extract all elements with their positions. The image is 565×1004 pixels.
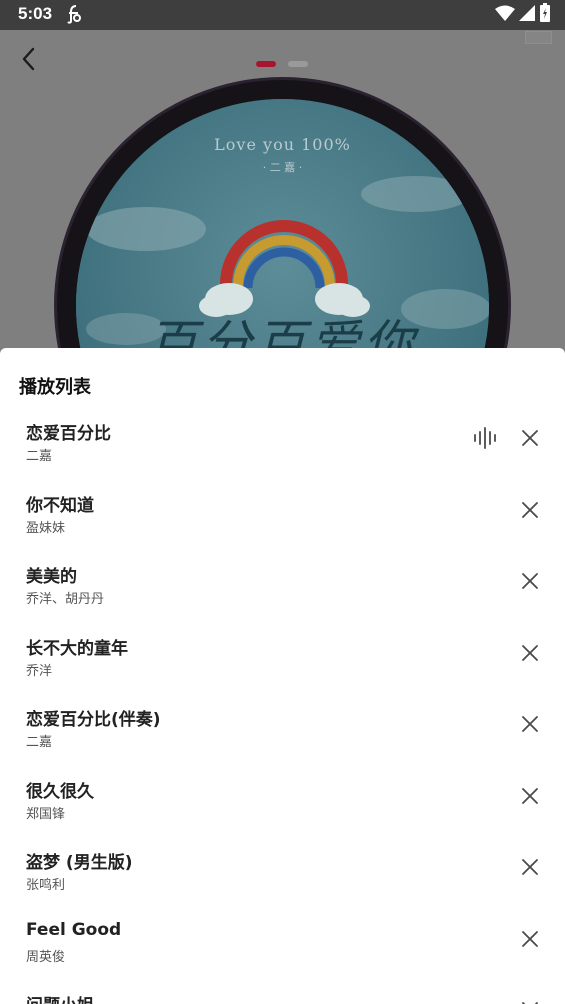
now-playing-indicator bbox=[472, 426, 498, 450]
playing-waveform-icon bbox=[474, 427, 496, 449]
chevron-left-icon bbox=[22, 47, 35, 71]
song-title: 你不知道 bbox=[26, 495, 94, 516]
song-artist: 周英俊 bbox=[26, 949, 66, 965]
song-row[interactable]: 恋爱百分比 二嘉 bbox=[0, 396, 565, 468]
status-bar: 5:03 bbox=[0, 0, 565, 30]
song-artist: 二嘉 bbox=[26, 735, 53, 750]
remove-song-button[interactable] bbox=[516, 424, 544, 452]
close-icon bbox=[522, 501, 538, 518]
song-title: 美美的 bbox=[26, 567, 77, 587]
corner-badge bbox=[525, 31, 552, 44]
pager-dot[interactable] bbox=[288, 61, 308, 67]
playlist-sheet: 播放列表 恋爱百分比 二嘉 你不知道 盈妹妹 美美的 乔洋、胡丹丹 长不大的童年 乔洋 恋爱百分… bbox=[0, 348, 565, 1004]
song-row[interactable]: 长不大的童年 乔洋 bbox=[0, 611, 565, 683]
song-artist: 郑国锋 bbox=[26, 806, 66, 822]
remove-song-button[interactable] bbox=[516, 782, 544, 810]
cover-text-artist: · 二 嘉 · bbox=[262, 161, 303, 174]
song-row[interactable]: 美美的 乔洋、胡丹丹 bbox=[0, 539, 565, 611]
song-artist: 盈妹妹 bbox=[26, 520, 66, 536]
song-list: 恋爱百分比 二嘉 你不知道 盈妹妹 美美的 乔洋、胡丹丹 长不大的童年 乔洋 恋爱百分比(伴奏)… bbox=[0, 396, 565, 1004]
song-row[interactable]: 盗梦 (男生版) 张鸣利 bbox=[0, 825, 565, 897]
remove-song-button[interactable] bbox=[516, 996, 544, 1004]
app-notification-icon bbox=[64, 3, 84, 25]
remove-song-button[interactable] bbox=[516, 710, 544, 738]
album-cover: Love you 100% · 二 嘉 · 百分百爱你 bbox=[76, 99, 489, 370]
signal-icon bbox=[519, 5, 535, 25]
song-title: 恋爱百分比(伴奏) bbox=[26, 710, 161, 730]
pager-indicator bbox=[256, 61, 308, 67]
remove-song-button[interactable] bbox=[516, 496, 544, 524]
close-icon bbox=[522, 716, 538, 732]
song-artist: 二嘉 bbox=[26, 449, 53, 464]
remove-song-button[interactable] bbox=[516, 639, 544, 667]
close-icon bbox=[522, 573, 538, 589]
status-time: 5:03 bbox=[18, 4, 53, 23]
song-title: 问题小姐 bbox=[26, 991, 94, 1004]
back-button[interactable] bbox=[14, 44, 44, 74]
player-background: Love you 100% · 二 嘉 · 百分百爱你 bbox=[0, 30, 565, 370]
song-row[interactable]: 问题小姐 bbox=[0, 968, 565, 1004]
song-title: 恋爱百分比 bbox=[26, 424, 111, 444]
song-title: 长不大的童年 bbox=[26, 638, 128, 659]
wifi-icon bbox=[495, 5, 515, 25]
song-row[interactable]: 恋爱百分比(伴奏) 二嘉 bbox=[0, 682, 565, 754]
close-icon bbox=[522, 930, 538, 947]
battery-charging-icon bbox=[539, 3, 551, 27]
album-disc[interactable]: Love you 100% · 二 嘉 · 百分百爱你 bbox=[57, 80, 508, 370]
song-row[interactable]: 很久很久 郑国锋 bbox=[0, 754, 565, 826]
remove-song-button[interactable] bbox=[516, 567, 544, 595]
remove-song-button[interactable] bbox=[516, 853, 544, 881]
close-icon bbox=[522, 859, 538, 875]
remove-song-button[interactable] bbox=[516, 925, 544, 953]
song-artist: 乔洋 bbox=[26, 663, 53, 679]
song-artist: 乔洋、胡丹丹 bbox=[26, 592, 105, 607]
song-title: Feel Good bbox=[26, 919, 122, 940]
close-icon bbox=[522, 787, 538, 804]
cover-text-love: Love you 100% bbox=[214, 135, 351, 154]
song-row[interactable]: 你不知道 盈妹妹 bbox=[0, 468, 565, 540]
song-title: 很久很久 bbox=[26, 781, 94, 802]
song-row[interactable]: Feel Good 周英俊 bbox=[0, 897, 565, 969]
song-title: 盗梦 (男生版) bbox=[26, 853, 133, 873]
song-artist: 张鸣利 bbox=[26, 878, 66, 893]
close-icon bbox=[522, 430, 538, 446]
close-icon bbox=[522, 644, 538, 661]
pager-dot-active[interactable] bbox=[256, 61, 276, 67]
